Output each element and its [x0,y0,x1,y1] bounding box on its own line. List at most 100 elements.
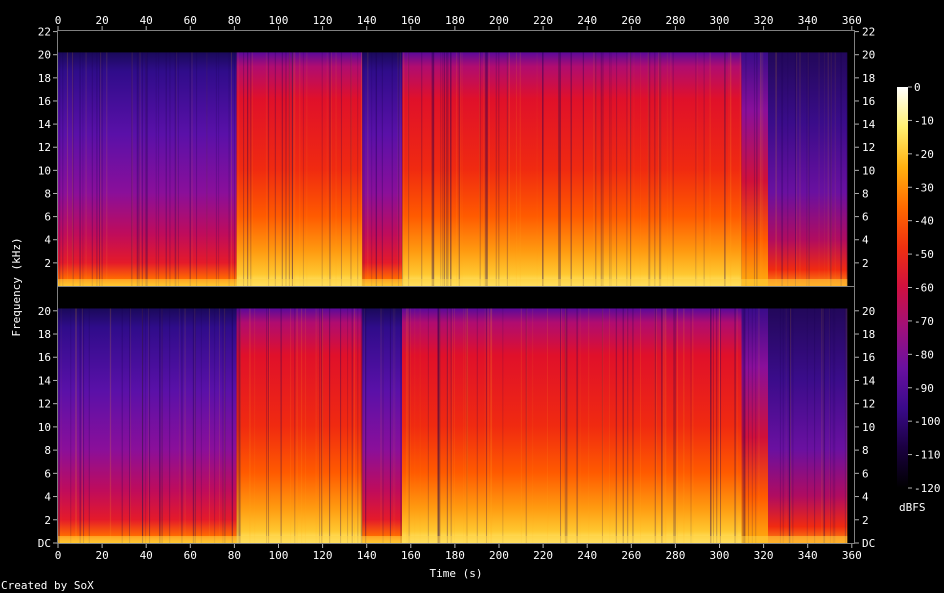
spectrogram-streak [247,52,249,286]
spectrogram-streak [719,308,721,543]
spectrogram-streak [478,52,480,286]
spectrogram-streak [215,52,217,286]
spectrogram-streak [319,308,321,543]
spectrogram-streak [326,52,328,286]
spectrogram-streak [834,52,836,286]
y-tick-label-right: 6 [862,467,869,480]
spectrogram-streak [224,308,226,543]
y-tick-label-right: 8 [862,444,869,457]
spectrogram-streak [100,52,102,286]
spectrogram-streak [437,308,439,543]
spectrogram-streak [302,52,304,286]
spectrogram-streak [730,52,732,286]
spectrogram-streak [615,308,617,543]
spectrogram-streak [382,308,384,543]
y-tick-label-right: 16 [862,351,875,364]
spectrogram-streak [145,52,147,286]
x-tick-label-top: 140 [357,14,377,27]
spectrogram-streak [536,52,538,286]
spectrogram-streak [222,308,224,543]
spectrogram-streak [148,308,150,543]
spectrogram-streak [446,308,448,543]
spectrogram-streak [602,52,604,286]
spectrogram-streak [609,308,611,543]
y-tick-label-right: 18 [862,72,875,85]
y-tick-label-left: 20 [38,305,51,318]
spectrogram-streak [407,308,409,543]
colorbar-tick-label: -50 [914,248,934,261]
spectrogram-streak [330,52,332,286]
y-tick-label-right: 20 [862,305,875,318]
spectrogram-streak [610,52,612,286]
spectrogram-streak [716,308,718,543]
spectrogram-streak [491,308,493,543]
spectrogram-streak [66,52,68,286]
spectrogram-streak [335,52,337,286]
x-tick-label-top: 180 [445,14,465,27]
spectrogram-streak [453,308,455,543]
colorbar-tick-label: -40 [914,215,934,228]
x-tick-label-top: 0 [55,14,62,27]
spectrogram-streak [421,52,423,286]
spectrogram-streak [720,308,722,543]
spectrogram-streak [106,52,108,286]
spectrogram-streak [600,52,602,286]
spectrogram-streak [371,52,373,286]
x-tick-label-bottom: 160 [401,549,421,562]
spectrogram-streak [439,308,441,543]
x-tick-label-top: 160 [401,14,421,27]
spectrogram-streak [292,52,294,286]
spectrogram-streak [632,308,634,543]
spectrogram-streak [665,308,667,543]
spectrogram-streak [814,308,816,543]
spectrogram-streak [285,52,287,286]
spectrogram-streak [759,52,761,286]
y-tick-label-left: 18 [38,328,51,341]
spectrogram-streak [742,308,744,543]
x-tick-label-top: 20 [95,14,108,27]
spectrogram-streak [131,52,133,286]
spectrogram-streak [155,52,157,286]
spectrogram-streak [81,308,83,543]
x-tick-label-bottom: 60 [184,549,197,562]
spectrogram-streak [660,52,662,286]
spectrogram-streak [409,308,411,543]
spectrogram-streak [498,52,500,286]
spectrogram-streak [446,52,448,286]
y-tick-label-right: 14 [862,374,876,387]
x-tick-label-top: 80 [228,14,241,27]
x-tick-label-top: 40 [140,14,153,27]
spectrogram-streak [380,308,382,543]
spectrogram-streak [627,308,629,543]
spectrogram-streak [228,52,230,286]
x-tick-label-bottom: 240 [577,549,597,562]
spectrogram-streak [649,52,651,286]
y-tick-label-right: 14 [862,118,876,131]
spectrogram-streak [165,52,167,286]
spectrogram-streak [442,52,444,286]
spectrogram-streak [169,308,171,543]
spectrogram-streak [444,52,446,286]
x-tick-label-top: 300 [710,14,730,27]
spectrogram-streak [709,52,711,286]
spectrogram-streak [755,308,757,543]
spectrogram-streak [806,52,808,286]
spectrogram-streak [458,52,460,286]
colorbar-label: dBFS [899,501,926,514]
y-tick-label-left: 4 [44,234,51,247]
spectrogram-streak [483,52,485,286]
colorbar-ticks: 0 -10 -20 -30 -40 -50 -60 -70 -80 -90 -100 -110 -120 [908,81,941,495]
x-tick-label-top: 260 [621,14,641,27]
spectrogram-streak [761,52,763,286]
spectrogram-streak [129,308,131,543]
spectrogram-streak [191,52,193,286]
spectrogram-segment [741,308,769,543]
low-frequency-band [58,279,848,286]
spectrogram-streak [375,52,377,286]
x-tick-label-top: 280 [665,14,685,27]
spectrogram-streak [294,52,296,286]
spectrogram-streak [447,52,449,286]
spectrogram-streak [161,308,163,543]
spectrogram-streak [70,308,72,543]
spectrogram-figure: 0020204040606080801001001201201401401601… [1,14,941,592]
